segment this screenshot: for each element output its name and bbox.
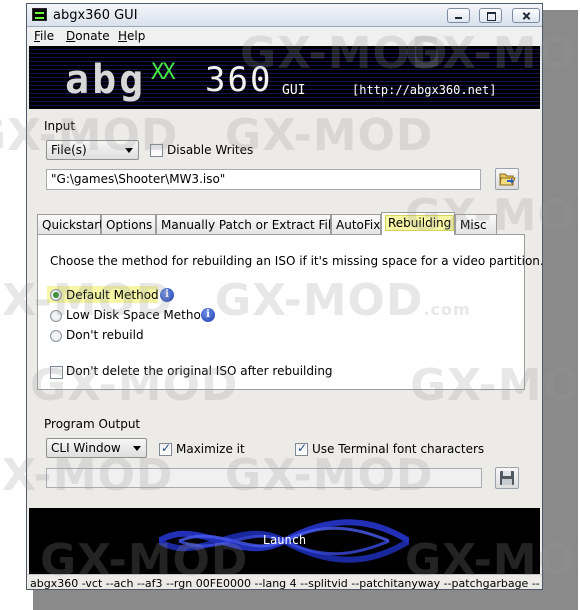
app-window: abgx360 GUI File Donate Help abg XX 360 … bbox=[26, 3, 543, 590]
logo-letters: abg bbox=[65, 57, 147, 103]
menu-help[interactable]: Help bbox=[118, 29, 145, 43]
output-select-value: CLI Window bbox=[51, 441, 121, 455]
status-bar: abgx360 -vct --ach --af3 --rgn 00FE0000 … bbox=[27, 574, 542, 590]
logo-gui: GUI bbox=[282, 83, 306, 98]
input-path-field[interactable]: "G:\games\Shooter\MW3.iso" bbox=[46, 169, 481, 190]
menu-file[interactable]: File bbox=[34, 29, 54, 43]
default-method-radio[interactable] bbox=[50, 289, 62, 301]
launch-label: Launch bbox=[262, 533, 307, 547]
command-line-text: abgx360 -vct --ach --af3 --rgn 00FE0000 … bbox=[30, 577, 540, 590]
tab-label: Manually Patch or Extract Files bbox=[161, 218, 345, 232]
input-source-select[interactable]: File(s) bbox=[46, 140, 139, 160]
tab-options[interactable]: Options bbox=[101, 214, 156, 234]
low-disk-space-radio[interactable] bbox=[50, 310, 62, 322]
rebuilding-panel: Choose the method for rebuilding an ISO … bbox=[37, 234, 542, 390]
info-icon[interactable]: i bbox=[201, 308, 215, 322]
disable-writes-checkbox[interactable] bbox=[150, 144, 163, 157]
tab-autofix[interactable]: AutoFix bbox=[331, 214, 381, 234]
header-banner: abg XX 360 GUI [http://abgx360.net] bbox=[29, 46, 540, 109]
input-group-label: Input bbox=[44, 119, 76, 133]
menu-donate[interactable]: Donate bbox=[66, 29, 110, 43]
tab-misc[interactable]: Misc bbox=[455, 214, 497, 234]
rebuilding-description: Choose the method for rebuilding an ISO … bbox=[50, 254, 543, 268]
tab-label: Quickstart bbox=[42, 218, 104, 232]
menu-bar: File Donate Help bbox=[27, 27, 542, 46]
default-method-label: Default Method bbox=[66, 288, 159, 302]
info-icon[interactable]: i bbox=[160, 288, 174, 302]
tab-manually-patch[interactable]: Manually Patch or Extract Files bbox=[156, 214, 345, 234]
dont-delete-label: Don't delete the original ISO after rebu… bbox=[66, 364, 333, 378]
tab-label: AutoFix bbox=[336, 218, 381, 232]
app-icon bbox=[32, 8, 47, 21]
website-url: [http://abgx360.net] bbox=[352, 83, 497, 97]
output-progress-bar bbox=[46, 468, 482, 488]
tab-rebuilding[interactable]: Rebuilding bbox=[381, 212, 455, 235]
title-bar[interactable]: abgx360 GUI bbox=[27, 4, 542, 27]
input-source-value: File(s) bbox=[51, 143, 87, 157]
close-button[interactable] bbox=[512, 8, 540, 23]
dont-rebuild-label: Don't rebuild bbox=[66, 328, 144, 342]
maximize-checkbox[interactable] bbox=[159, 441, 172, 456]
tab-label: Misc bbox=[460, 218, 487, 232]
window-title: abgx360 GUI bbox=[53, 8, 138, 23]
tab-label: Rebuilding bbox=[384, 215, 455, 231]
program-output-group-label: Program Output bbox=[44, 417, 141, 431]
tab-quickstart[interactable]: Quickstart bbox=[37, 214, 104, 234]
dont-rebuild-radio[interactable] bbox=[50, 330, 62, 342]
chevron-down-icon bbox=[133, 446, 141, 451]
terminal-font-label: Use Terminal font characters bbox=[312, 442, 485, 456]
disable-writes-label: Disable Writes bbox=[167, 143, 254, 157]
tab-label: Options bbox=[106, 218, 153, 232]
maximize-button[interactable] bbox=[479, 8, 502, 23]
minimize-button[interactable] bbox=[447, 8, 470, 23]
low-disk-space-label: Low Disk Space Method bbox=[66, 308, 209, 322]
output-select[interactable]: CLI Window bbox=[46, 438, 147, 458]
maximize-label: Maximize it bbox=[176, 442, 245, 456]
input-path-value: "G:\games\Shooter\MW3.iso" bbox=[51, 172, 226, 186]
browse-button[interactable] bbox=[495, 168, 519, 190]
save-icon bbox=[500, 471, 514, 485]
dont-delete-checkbox[interactable] bbox=[50, 366, 63, 379]
folder-open-icon bbox=[499, 173, 516, 186]
logo-x: XX bbox=[151, 60, 175, 85]
launch-button[interactable]: Launch bbox=[29, 508, 540, 574]
logo-number: 360 bbox=[205, 60, 273, 100]
chevron-down-icon bbox=[125, 148, 133, 153]
save-button[interactable] bbox=[495, 467, 519, 489]
terminal-font-checkbox[interactable] bbox=[295, 441, 308, 456]
